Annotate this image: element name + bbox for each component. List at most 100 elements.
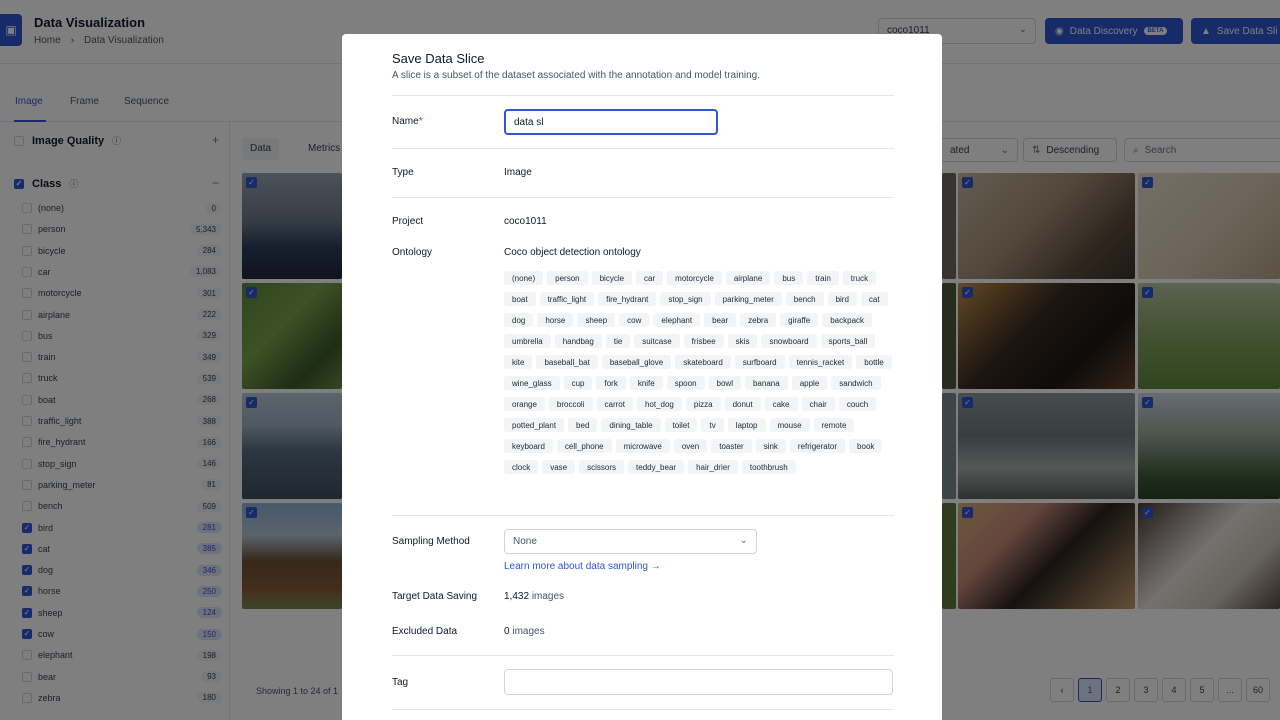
ontology-class-tag: cell_phone: [556, 439, 612, 453]
ontology-class-tag: sports_ball: [820, 334, 876, 348]
ontology-class-tag: remote: [813, 418, 855, 432]
ontology-class-tag: teddy_bear: [628, 460, 685, 474]
ontology-class-tag: knife: [629, 376, 663, 390]
ontology-class-tag: pizza: [685, 397, 721, 411]
ontology-class-tag: baseball_glove: [601, 355, 672, 369]
ontology-class-tag: snowboard: [761, 334, 817, 348]
ontology-class-tag: sink: [755, 439, 786, 453]
ontology-class-tag: chair: [801, 397, 835, 411]
ontology-class-tag: broccoli: [548, 397, 593, 411]
ontology-class-tag: couch: [838, 397, 877, 411]
ontology-class-tags: (none) person bicycle car motorcycle airplane…: [504, 271, 894, 481]
ontology-class-tag: fork: [596, 376, 626, 390]
ontology-class-tag: donut: [724, 397, 761, 411]
excluded-data-label: Excluded Data: [392, 626, 458, 637]
sampling-method-select[interactable]: None ⌄: [504, 529, 757, 554]
excluded-count: 0: [504, 626, 510, 637]
ontology-class-tag: apple: [791, 376, 828, 390]
ontology-class-tag: zebra: [740, 313, 777, 327]
ontology-class-tag: toaster: [711, 439, 752, 453]
target-data-saving-value: 1,432 images: [504, 591, 564, 602]
required-mark: *: [418, 116, 423, 127]
tag-label: Tag: [392, 677, 409, 688]
ontology-class-tag: umbrella: [504, 334, 551, 348]
divider: [392, 197, 894, 198]
ontology-class-tag: cat: [860, 292, 888, 306]
ontology-class-tag: tennis_racket: [788, 355, 853, 369]
ontology-class-tag: (none): [504, 271, 544, 285]
divider: [392, 148, 894, 149]
ontology-class-tag: suitcase: [634, 334, 680, 348]
ontology-class-tag: elephant: [653, 313, 701, 327]
ontology-class-tag: bear: [704, 313, 737, 327]
ontology-class-tag: traffic_light: [539, 292, 595, 306]
ontology-class-tag: bottle: [856, 355, 892, 369]
ontology-class-tag: skis: [727, 334, 758, 348]
modal-subtitle: A slice is a subset of the dataset assoc…: [392, 70, 761, 81]
ontology-class-tag: toothbrush: [741, 460, 796, 474]
excluded-unit: images: [512, 626, 545, 637]
ontology-label: Ontology: [392, 247, 433, 258]
ontology-class-tag: carrot: [596, 397, 633, 411]
tag-input[interactable]: [504, 669, 893, 695]
ontology-class-tag: bed: [568, 418, 598, 432]
sampling-method-label: Sampling Method: [392, 536, 470, 547]
ontology-class-tag: clock: [504, 460, 539, 474]
ontology-class-tag: horse: [537, 313, 574, 327]
modal-title: Save Data Slice: [392, 51, 485, 66]
name-input[interactable]: [504, 109, 718, 135]
ontology-class-tag: dog: [504, 313, 534, 327]
sampling-method-value: None: [513, 536, 537, 547]
save-data-slice-modal: Save Data Slice A slice is a subset of t…: [342, 34, 942, 720]
ontology-class-tag: airplane: [725, 271, 771, 285]
ontology-class-tag: sheep: [577, 313, 616, 327]
ontology-class-tag: bench: [785, 292, 824, 306]
target-unit: images: [531, 591, 565, 602]
ontology-class-tag: potted_plant: [504, 418, 565, 432]
ontology-class-tag: baseball_bat: [536, 355, 598, 369]
ontology-class-tag: oven: [673, 439, 708, 453]
ontology-value: Coco object detection ontology: [504, 247, 641, 258]
ontology-class-tag: mouse: [769, 418, 810, 432]
ontology-class-tag: boat: [504, 292, 536, 306]
ontology-class-tag: bird: [827, 292, 857, 306]
ontology-class-tag: frisbee: [683, 334, 724, 348]
ontology-class-tag: sandwich: [831, 376, 881, 390]
ontology-class-tag: truck: [842, 271, 877, 285]
ontology-class-tag: bicycle: [591, 271, 633, 285]
ontology-class-tag: motorcycle: [667, 271, 722, 285]
divider: [392, 655, 894, 656]
sampling-help-link[interactable]: Learn more about data sampling →: [504, 561, 661, 572]
excluded-data-value: 0 images: [504, 626, 545, 637]
divider: [392, 95, 894, 96]
ontology-class-tag: tie: [605, 334, 631, 348]
type-label: Type: [392, 167, 414, 178]
ontology-class-tag: orange: [504, 397, 545, 411]
ontology-class-tag: dining_table: [601, 418, 661, 432]
ontology-class-tag: backpack: [822, 313, 873, 327]
ontology-class-tag: handbag: [554, 334, 602, 348]
ontology-class-tag: scissors: [579, 460, 625, 474]
ontology-class-tag: vase: [542, 460, 576, 474]
ontology-class-tag: bowl: [708, 376, 741, 390]
ontology-class-tag: cake: [764, 397, 798, 411]
ontology-class-tag: keyboard: [504, 439, 553, 453]
ontology-class-tag: person: [547, 271, 588, 285]
ontology-class-tag: spoon: [666, 376, 705, 390]
ontology-class-tag: giraffe: [780, 313, 819, 327]
ontology-class-tag: fire_hydrant: [598, 292, 657, 306]
ontology-class-tag: skateboard: [675, 355, 731, 369]
name-label-text: Name: [392, 116, 419, 127]
ontology-class-tag: toilet: [664, 418, 698, 432]
ontology-class-tag: parking_meter: [714, 292, 782, 306]
target-data-saving-label: Target Data Saving: [392, 591, 478, 602]
ontology-class-tag: train: [807, 271, 839, 285]
ontology-class-tag: wine_glass: [504, 376, 560, 390]
ontology-class-tag: stop_sign: [660, 292, 711, 306]
ontology-class-tag: book: [849, 439, 883, 453]
ontology-class-tag: refrigerator: [789, 439, 846, 453]
divider: [392, 709, 894, 710]
ontology-class-tag: bus: [774, 271, 804, 285]
ontology-class-tag: microwave: [615, 439, 670, 453]
ontology-class-tag: surfboard: [734, 355, 785, 369]
